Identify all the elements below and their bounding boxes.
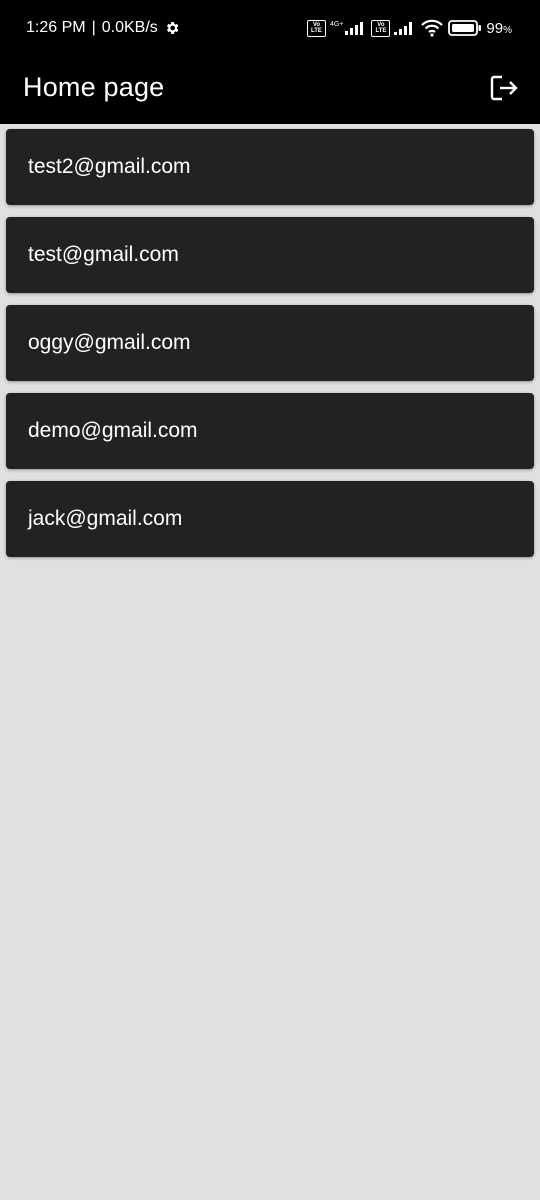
wifi-icon [421,19,444,37]
settings-gear-icon [166,22,179,34]
logout-icon [490,75,518,101]
user-email: oggy@gmail.com [28,331,191,354]
network-type-label: 4G+ [329,20,344,28]
volte-icon-2: Vo LTE [371,19,391,37]
status-time: 1:26 PM [26,19,86,36]
logout-button[interactable] [486,70,522,106]
status-separator: | [91,19,96,36]
user-card-3[interactable]: oggy@gmail.com [6,305,534,381]
signal-strength-icon-2 [394,22,413,35]
status-net-speed: 0.0KB/s [101,19,158,36]
signal-strength-icon-1 [345,22,364,35]
user-card-1[interactable]: test2@gmail.com [6,129,534,205]
user-card-5[interactable]: jack@gmail.com [6,481,534,557]
battery-icon [448,20,482,36]
status-left: 1:26 PM | 0.0KB/s [26,19,180,37]
user-email: test2@gmail.com [28,155,191,178]
user-card-2[interactable]: test@gmail.com [6,217,534,293]
status-right: Vo LTE 4G+ Vo LTE 99% [306,19,512,37]
page-title: Home page [23,72,165,102]
user-email: jack@gmail.com [28,507,183,530]
app-bar: Home page [0,62,540,124]
user-email: demo@gmail.com [28,419,198,442]
user-list: test2@gmail.com test@gmail.com oggy@gmai… [6,129,534,569]
volte-icon: Vo LTE [306,19,326,37]
user-card-4[interactable]: demo@gmail.com [6,393,534,469]
battery-percent: 99% [486,19,512,37]
user-email: test@gmail.com [28,243,179,266]
status-bar: 1:26 PM | 0.0KB/s Vo LTE 4G+ Vo LTE 99% [0,0,540,62]
